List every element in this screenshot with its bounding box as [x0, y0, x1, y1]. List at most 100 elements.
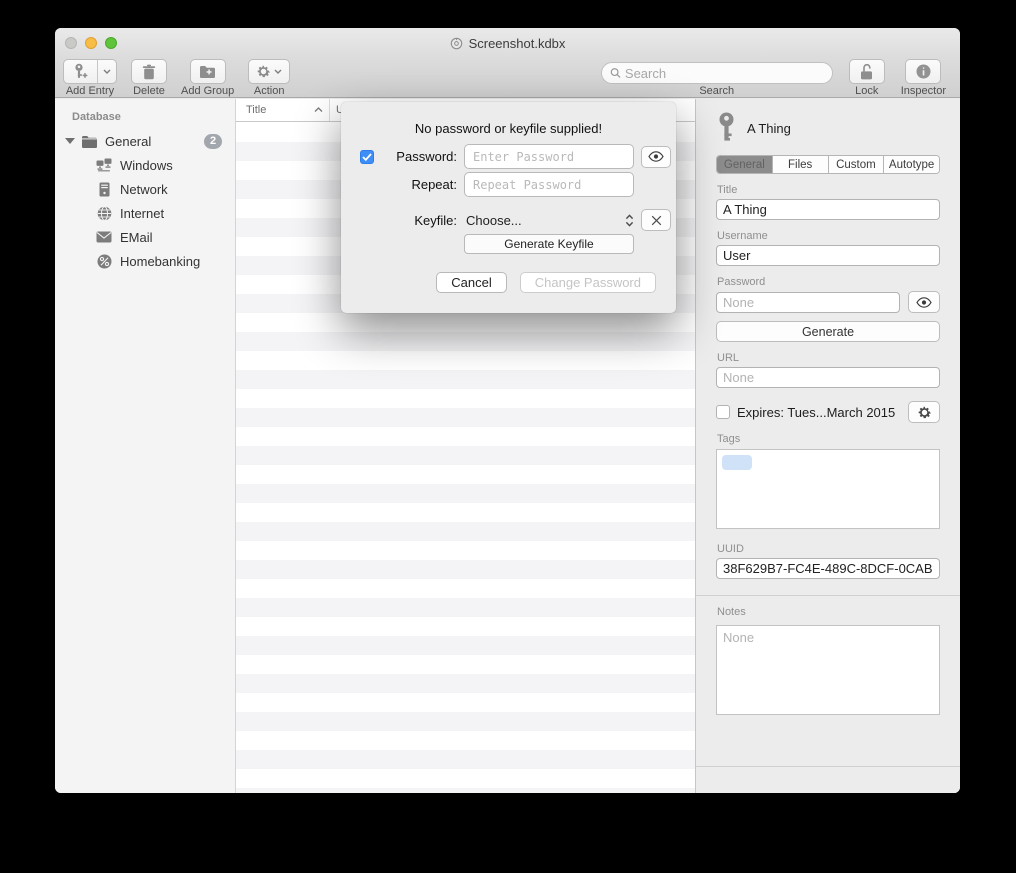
action-label: Action	[254, 85, 285, 97]
key-icon	[716, 112, 737, 144]
document-proxy-icon	[450, 37, 463, 50]
inspector-tabs: General Files Custom Autotype	[716, 155, 940, 174]
dialog-password-label: Password:	[381, 149, 457, 164]
title-bar[interactable]: Screenshot.kdbx	[55, 28, 960, 58]
dialog-repeat-input[interactable]	[464, 172, 634, 197]
chevron-down-icon	[274, 69, 282, 74]
dialog-message: No password or keyfile supplied!	[341, 121, 676, 136]
eye-icon	[648, 151, 664, 162]
uuid-field[interactable]	[716, 558, 940, 579]
checkmark-icon	[362, 153, 372, 161]
app-window: Screenshot.kdbx	[55, 28, 960, 793]
search-label: Search	[699, 85, 734, 97]
tags-box[interactable]	[716, 449, 940, 529]
window-title: Screenshot.kdbx	[469, 36, 566, 51]
search-icon	[610, 67, 621, 79]
password-field[interactable]	[716, 292, 900, 313]
add-entry-button[interactable]	[63, 59, 117, 84]
inspector-panel: A Thing General Files Custom Autotype Ti…	[695, 99, 960, 793]
sidebar-item-label: Homebanking	[120, 254, 200, 269]
generate-password-button[interactable]: Generate	[716, 321, 940, 342]
expires-settings-button[interactable]	[908, 401, 940, 423]
generate-keyfile-button[interactable]: Generate Keyfile	[464, 234, 634, 254]
sidebar-group-general[interactable]: General 2	[55, 129, 235, 153]
toolbar: Add Entry Delete	[55, 58, 960, 98]
sidebar: Database General 2	[55, 99, 236, 793]
tab-custom[interactable]: Custom	[829, 156, 885, 173]
lock-label: Lock	[855, 85, 878, 97]
sidebar-item-internet[interactable]: Internet	[55, 201, 235, 225]
sidebar-item-homebanking[interactable]: Homebanking	[55, 249, 235, 273]
gear-icon	[917, 405, 932, 420]
add-entry-label: Add Entry	[66, 85, 114, 97]
reveal-password-button[interactable]	[908, 291, 940, 313]
dialog-reveal-password-button[interactable]	[641, 146, 671, 168]
keyfile-selected-value: Choose...	[464, 213, 625, 228]
dialog-repeat-label: Repeat:	[381, 177, 457, 192]
title-field-label: Title	[717, 184, 940, 196]
sidebar-item-label: EMail	[120, 230, 153, 245]
lock-open-icon	[859, 63, 874, 80]
expires-label: Expires: Tues...March 2015	[737, 405, 908, 420]
disclosure-triangle-icon[interactable]	[65, 138, 75, 144]
globe-icon	[97, 206, 112, 221]
tags-label: Tags	[717, 433, 940, 445]
notes-label: Notes	[717, 606, 940, 618]
inspector-button[interactable]	[905, 59, 941, 84]
change-password-dialog: No password or keyfile supplied! Passwor…	[341, 102, 676, 313]
sidebar-item-label: Network	[120, 182, 168, 197]
password-checkbox[interactable]	[360, 150, 374, 164]
gear-icon	[256, 64, 271, 79]
percent-coin-icon	[97, 254, 112, 269]
chevron-down-icon	[103, 69, 111, 74]
info-icon	[916, 64, 931, 79]
lock-button[interactable]	[849, 59, 885, 84]
tab-general[interactable]: General	[717, 156, 773, 173]
trash-icon	[142, 64, 156, 80]
divider	[696, 595, 960, 596]
title-field[interactable]	[716, 199, 940, 220]
sort-ascending-icon	[314, 107, 323, 113]
tab-files[interactable]: Files	[773, 156, 829, 173]
sidebar-item-windows[interactable]: Windows	[55, 153, 235, 177]
dialog-keyfile-label: Keyfile:	[381, 213, 457, 228]
group-count-badge: 2	[204, 134, 222, 149]
action-button[interactable]	[248, 59, 290, 84]
server-icon	[99, 182, 110, 197]
column-header-title[interactable]: Title	[236, 99, 330, 121]
search-input[interactable]	[625, 66, 824, 81]
folder-plus-icon	[199, 65, 216, 78]
add-entry-dropdown[interactable]	[98, 60, 116, 83]
sidebar-item-label: Internet	[120, 206, 164, 221]
change-password-button[interactable]: Change Password	[520, 272, 656, 293]
tab-autotype[interactable]: Autotype	[884, 156, 939, 173]
folder-icon	[81, 135, 98, 148]
close-x-icon	[651, 215, 662, 226]
delete-button[interactable]	[131, 59, 167, 84]
sidebar-header: Database	[55, 107, 235, 129]
clear-keyfile-button[interactable]	[641, 209, 671, 231]
sidebar-item-network[interactable]: Network	[55, 177, 235, 201]
sidebar-item-email[interactable]: EMail	[55, 225, 235, 249]
tag-pill[interactable]	[722, 455, 752, 470]
notes-field[interactable]	[716, 625, 940, 715]
workgroup-icon	[96, 158, 112, 172]
key-plus-icon	[73, 63, 88, 80]
dialog-password-input[interactable]	[464, 144, 634, 169]
add-group-button[interactable]	[190, 59, 226, 84]
cancel-button[interactable]: Cancel	[436, 272, 506, 293]
entry-title: A Thing	[747, 121, 791, 136]
expires-checkbox[interactable]	[716, 405, 730, 419]
stepper-icon	[625, 214, 634, 227]
delete-label: Delete	[133, 85, 165, 97]
add-group-label: Add Group	[181, 85, 234, 97]
url-field[interactable]	[716, 367, 940, 388]
password-field-label: Password	[717, 276, 940, 288]
search-field[interactable]	[601, 62, 833, 84]
inspector-footer	[696, 766, 960, 793]
username-field-label: Username	[717, 230, 940, 242]
uuid-label: UUID	[717, 543, 940, 555]
keyfile-popup[interactable]: Choose...	[464, 213, 634, 228]
username-field[interactable]	[716, 245, 940, 266]
envelope-icon	[96, 231, 112, 243]
